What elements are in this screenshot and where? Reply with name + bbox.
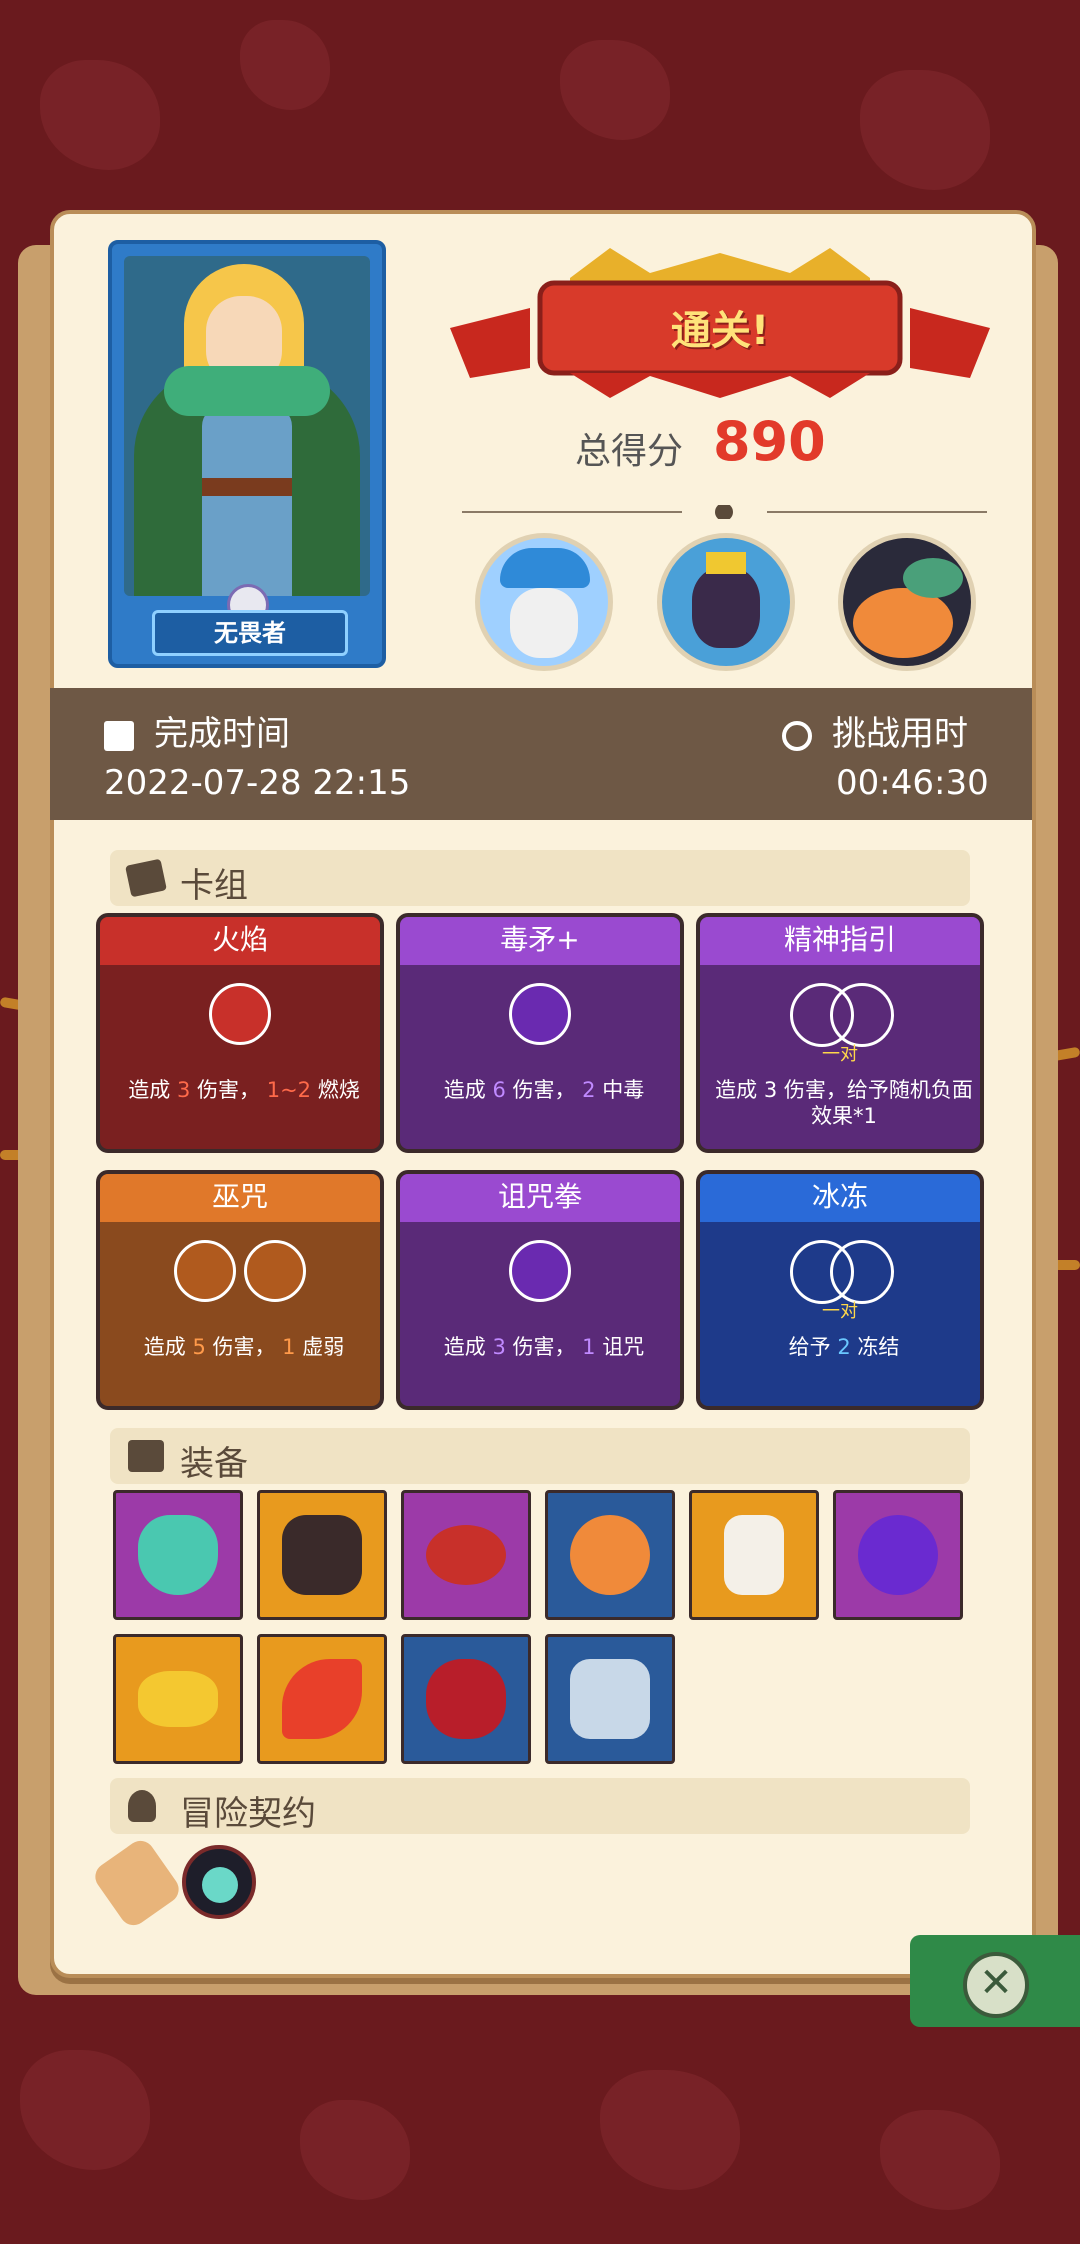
moon-icon [509,1240,571,1302]
card-title: 冰冻 [700,1174,980,1222]
card-description: 造成 3 伤害，给予随机负面效果*1 [715,1078,973,1128]
cube-icon [128,1440,164,1472]
equip-golden-crown-icon[interactable] [113,1634,243,1764]
card-description: 造成 5 伤害， 1 虚弱 [143,1335,345,1359]
finish-time-value: 2022-07-28 22:15 [104,763,411,803]
deck-card-fire[interactable]: 火焰 造成 3 伤害， 1~2 燃烧 [96,913,384,1153]
boss-serpent-treasure-icon [838,533,976,671]
equip-lightning-orb-icon[interactable] [545,1490,675,1620]
equip-horned-heart-icon[interactable] [401,1634,531,1764]
score-value: 890 [713,410,826,473]
equipment-section-header: 装备 [110,1428,970,1484]
pair-label: 一对 [822,1301,858,1322]
equip-jar-crystal-icon[interactable] [689,1490,819,1620]
deck-card-freeze[interactable]: 冰冻 一对 给予 2 冻结 [696,1170,984,1410]
hex-icon [174,1240,236,1302]
stopwatch-icon [782,720,812,751]
equipment-title: 装备 [180,1444,248,1484]
equip-ruby-bracelet-icon[interactable] [401,1490,531,1620]
person-icon [128,1790,156,1822]
close-button[interactable]: ✕ [963,1952,1029,2018]
equip-purple-potion-icon[interactable] [833,1490,963,1620]
deck-card-poison-spear[interactable]: 毒矛+ 造成 6 伤害， 2 中毒 [396,913,684,1153]
card-description: 造成 6 伤害， 2 中毒 [443,1078,645,1102]
hex-icon [244,1240,306,1302]
boss-crowned-spider-icon [657,533,795,671]
hero-art [124,256,370,596]
moon-icon [509,983,571,1045]
victory-text: 通关! [670,308,770,354]
boss-mushroom-elder-icon [475,533,613,671]
hero-portrait-card: 无畏者 [108,240,386,668]
card-description: 造成 3 伤害， 1 诅咒 [443,1335,645,1359]
ornament-divider [462,505,987,519]
finish-time-label-group: 完成时间 [104,706,290,755]
fire-icon [209,983,271,1045]
deck-section-header: 卡组 [110,850,970,906]
card-title: 诅咒拳 [400,1174,680,1222]
finish-time-label: 完成时间 [154,714,290,754]
card-description: 造成 3 伤害， 1~2 燃烧 [128,1078,360,1102]
card-title: 精神指引 [700,917,980,965]
contract-title: 冒险契约 [180,1794,316,1834]
equip-demon-shield-icon[interactable] [113,1490,243,1620]
time-stats-bar: 完成时间 2022-07-28 22:15 挑战用时 00:46:30 [50,688,1032,820]
score-label: 总得分 [575,431,684,472]
card-title: 巫咒 [100,1174,380,1222]
equip-compass-armor-icon[interactable] [545,1634,675,1764]
calendar-icon [104,720,134,751]
equip-fire-feather-icon[interactable] [257,1634,387,1764]
deck-card-hex[interactable]: 巫咒 造成 5 伤害， 1 虚弱 [96,1170,384,1410]
card-title: 火焰 [100,917,380,965]
victory-banner: 通关! [450,248,990,418]
pair-label: 一对 [822,1044,858,1065]
cards-icon [125,858,167,898]
pair-slot-icon [790,983,894,1047]
equip-dark-armor-icon[interactable] [257,1490,387,1620]
duration-label: 挑战用时 [832,714,968,754]
duration-label-group: 挑战用时 [782,706,968,755]
card-title: 毒矛+ [400,917,680,965]
card-description: 给予 2 冻结 [788,1335,900,1359]
hero-name: 无畏者 [152,610,348,656]
contract-section-header: 冒险契约 [110,1778,970,1834]
pair-slot-icon [790,1240,894,1304]
duration-value: 00:46:30 [836,763,989,803]
deck-card-cursed-fist[interactable]: 诅咒拳 造成 3 伤害， 1 诅咒 [396,1170,684,1410]
deck-title: 卡组 [180,866,248,906]
deck-card-spirit-guidance[interactable]: 精神指引 一对 造成 3 伤害，给予随机负面效果*1 [696,913,984,1153]
contract-potion-icon[interactable] [182,1845,256,1919]
